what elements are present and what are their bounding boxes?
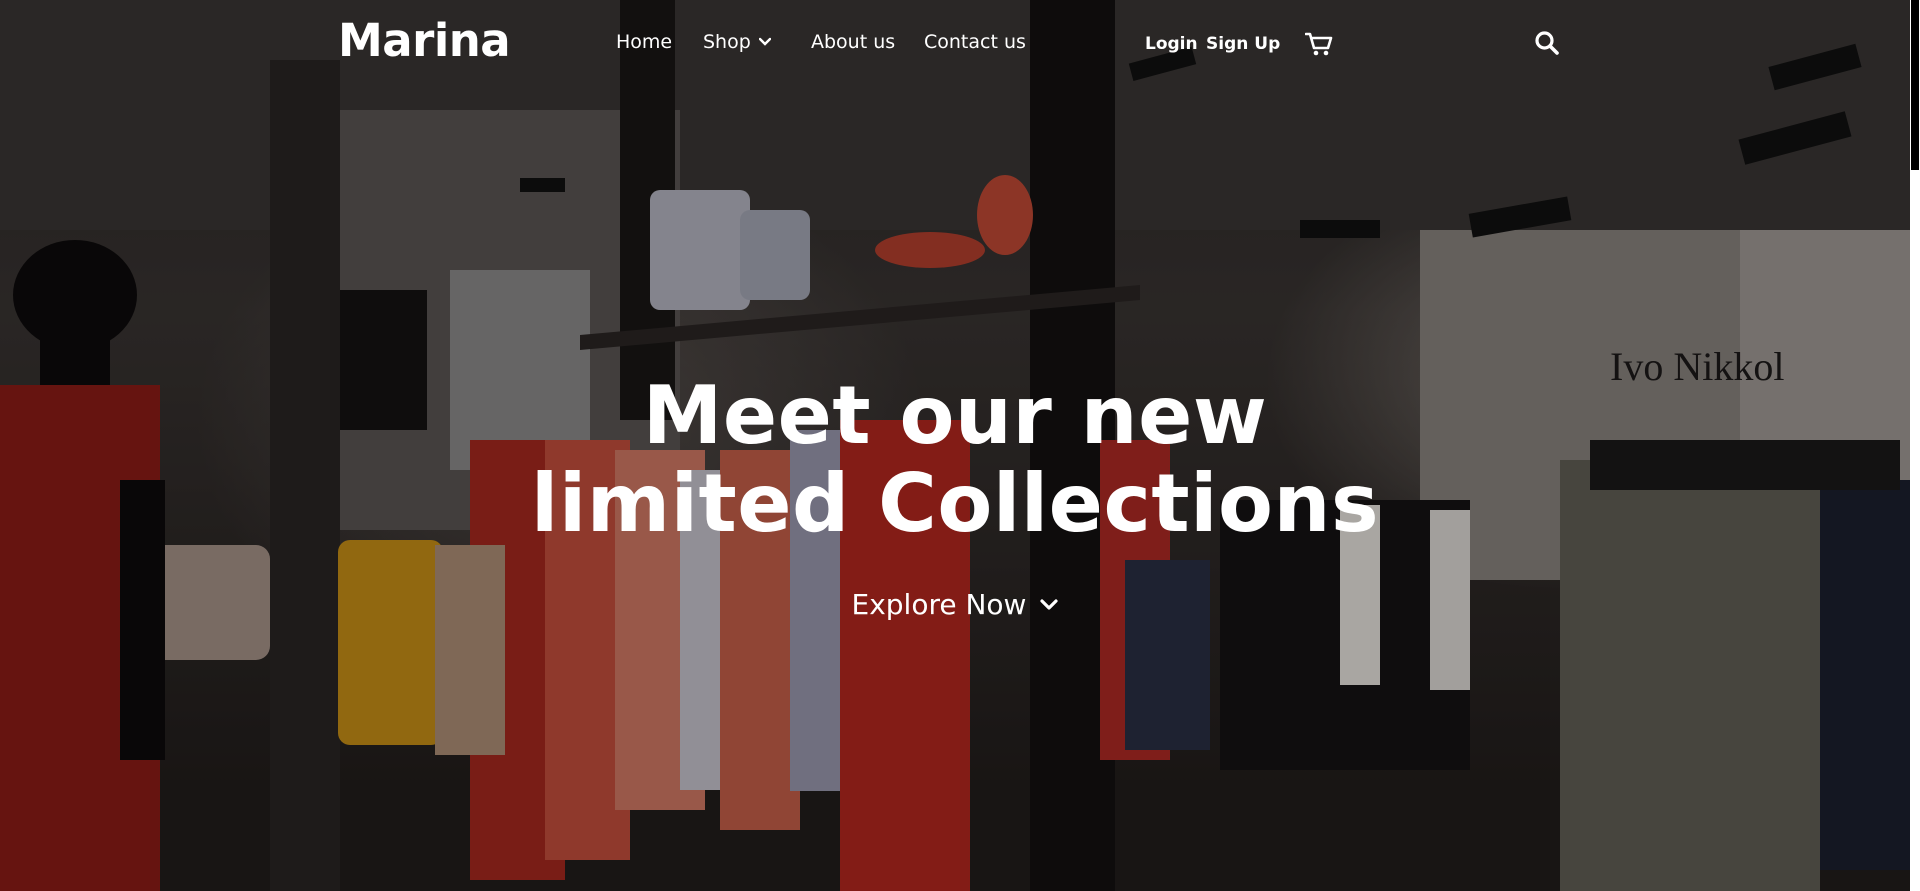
nav-shop-link[interactable]: Shop	[703, 31, 771, 53]
explore-now-label: Explore Now	[851, 588, 1027, 621]
hero-section: Ivo Nikkol Marina Home Shop About us Con…	[0, 0, 1920, 891]
search-button[interactable]	[1534, 30, 1560, 60]
explore-now-button[interactable]: Explore Now	[0, 588, 1910, 621]
signup-link[interactable]: Sign Up	[1206, 34, 1280, 54]
chevron-down-icon	[758, 37, 771, 46]
nav-contact-link[interactable]: Contact us	[924, 31, 1026, 53]
scrollbar-thumb[interactable]	[1911, 0, 1919, 170]
hero-headline-line-1: Meet our new	[642, 369, 1268, 462]
nav-shop-label: Shop	[703, 31, 751, 53]
top-navbar: Marina Home Shop About us Contact us Log…	[0, 0, 1910, 90]
page-scrollbar[interactable]	[1910, 0, 1920, 891]
login-link[interactable]: Login	[1145, 34, 1198, 54]
cart-button[interactable]	[1304, 31, 1333, 61]
brand-logo[interactable]: Marina	[338, 14, 511, 67]
search-icon	[1535, 31, 1559, 55]
hero-headline: Meet our new limited Collections	[0, 372, 1910, 548]
cart-icon	[1304, 32, 1333, 56]
chevron-down-icon	[1040, 598, 1059, 610]
hero-headline-line-2: limited Collections	[530, 457, 1380, 550]
nav-about-link[interactable]: About us	[811, 31, 895, 53]
nav-home-link[interactable]: Home	[616, 31, 672, 53]
